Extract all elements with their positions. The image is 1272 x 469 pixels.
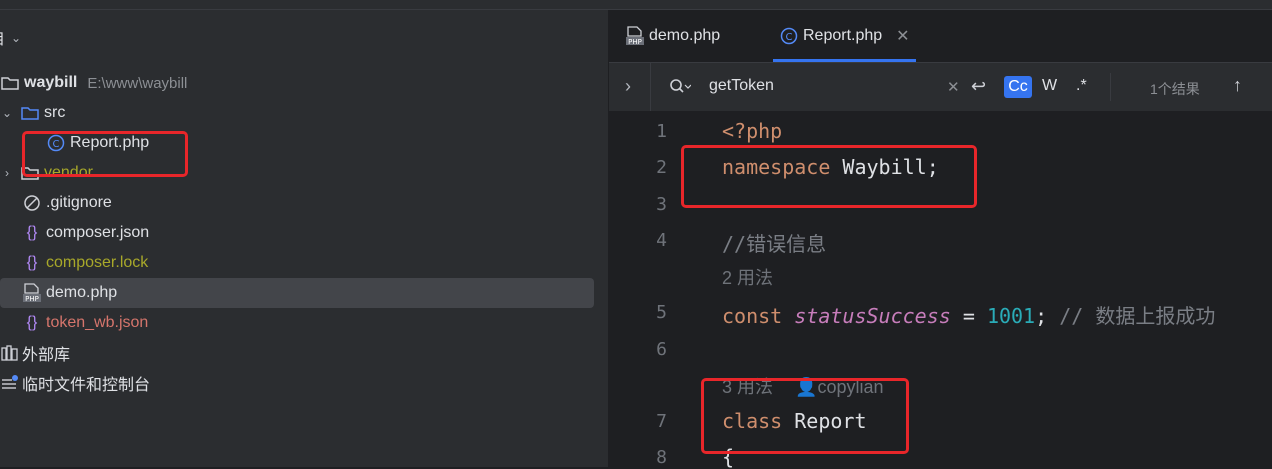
whole-word-toggle[interactable]: W: [1042, 77, 1057, 95]
class-name: Report: [782, 409, 867, 433]
project-panel: 目 ⌄ waybill E:\www\waybill ⌄ src C Repor…: [0, 10, 608, 467]
editor-tab-bar: PHP demo.php C Report.php ✕: [609, 10, 1272, 63]
tree-item-label: vendor: [44, 164, 93, 181]
user-icon: 👤: [795, 377, 818, 397]
find-bar: › getToken ✕ ↩ Cc W .* 1个结果 ↑: [609, 63, 1272, 112]
library-icon: [0, 343, 20, 363]
tree-item-label: 临时文件和控制台: [22, 377, 151, 394]
json-icon: {}: [26, 254, 38, 271]
ignore-icon: [22, 193, 42, 213]
tree-item-label: 外部库: [22, 347, 71, 364]
const-comment: // 数据上报成功: [1047, 304, 1216, 328]
code-editor[interactable]: 1 2 3 4 5 6 7 8 <?php namespace Waybill;…: [609, 111, 1272, 469]
folder-icon: [20, 103, 40, 123]
search-input[interactable]: getToken: [709, 77, 774, 95]
svg-text:C: C: [786, 32, 793, 43]
line-number: 6: [656, 339, 667, 360]
tab-demo-php[interactable]: PHP demo.php: [625, 10, 720, 62]
svg-text:C: C: [53, 139, 60, 150]
json-icon: {}: [26, 314, 38, 331]
line-number: 3: [656, 194, 667, 215]
line-number: 2: [656, 157, 667, 178]
tree-item-gitignore[interactable]: .gitignore: [22, 188, 594, 218]
tab-label: demo.php: [649, 27, 721, 44]
svg-text:PHP: PHP: [25, 295, 39, 303]
tab-label: Report.php: [803, 27, 883, 44]
code-line-comment: //错误信息: [722, 232, 827, 256]
keyword-namespace: namespace: [722, 155, 831, 179]
const-value: 1001: [986, 304, 1036, 328]
const-name: statusSuccess: [794, 304, 951, 328]
arrow-up-icon[interactable]: ↑: [1233, 75, 1242, 96]
const-semicolon: ;: [1035, 304, 1048, 328]
tree-item-label: Report.php: [70, 134, 150, 151]
line-number: 1: [656, 121, 667, 142]
tab-report-php[interactable]: C Report.php ✕: [773, 10, 916, 62]
chevron-right-icon[interactable]: ›: [0, 166, 14, 180]
tree-item-label: composer.lock: [46, 254, 149, 271]
tree-item-label: waybill: [24, 74, 78, 91]
chevron-down-icon[interactable]: ⌄: [0, 106, 14, 120]
find-bar-divider: [1110, 73, 1111, 101]
code-line-brace: {: [722, 445, 735, 469]
code-line-namespace: namespace Waybill;: [722, 155, 939, 179]
line-number: 7: [656, 411, 667, 432]
tree-item-label: demo.php: [46, 284, 118, 301]
code-line-class: class Report: [722, 409, 867, 433]
folder-icon: [20, 163, 40, 183]
tree-item-composer-lock[interactable]: {} composer.lock: [22, 248, 594, 278]
tree-item-label: token_wb.json: [46, 314, 149, 331]
find-bar-divider: [650, 63, 651, 111]
tree-item-label: .gitignore: [46, 194, 112, 211]
code-line-const: const statusSuccess = 1001; // 数据上报成功: [722, 300, 1215, 329]
tree-item-scratches[interactable]: 临时文件和控制台: [0, 368, 594, 398]
keyword-const: const: [722, 304, 783, 328]
window-top-strip: [0, 0, 1272, 10]
php-file-icon: PHP: [625, 26, 645, 46]
usages-hint[interactable]: 2 用法: [722, 264, 773, 290]
close-icon[interactable]: ✕: [896, 26, 909, 46]
code-line-php-open: <?php: [722, 119, 783, 143]
php-file-icon: PHP: [22, 283, 42, 303]
usages-hint[interactable]: 3 用法 👤copylian: [722, 373, 883, 399]
clear-icon[interactable]: ✕: [947, 78, 960, 96]
tree-item-external-libraries[interactable]: 外部库: [0, 338, 594, 368]
folder-icon: [0, 73, 20, 93]
namespace-name: Waybill;: [830, 155, 939, 179]
project-panel-header[interactable]: 目 ⌄: [0, 28, 21, 48]
tree-item-report-php[interactable]: C Report.php: [46, 128, 594, 158]
line-number: 8: [656, 447, 667, 468]
chevron-right-icon[interactable]: ›: [625, 76, 631, 97]
scratches-icon: [0, 373, 20, 393]
tree-item-vendor[interactable]: › vendor: [0, 158, 594, 188]
tree-item-src[interactable]: ⌄ src: [0, 98, 594, 128]
svg-text:PHP: PHP: [628, 38, 642, 46]
search-result-count: 1个结果: [1150, 81, 1200, 97]
tree-item-label: src: [44, 104, 66, 121]
php-class-icon: C: [46, 133, 66, 153]
tree-item-label: composer.json: [46, 224, 150, 241]
usages-count: 3 用法: [722, 377, 774, 397]
author-name: copylian: [817, 377, 884, 397]
project-path: E:\www\waybill: [87, 74, 188, 92]
line-number: 5: [656, 302, 667, 323]
tree-item-demo-php[interactable]: PHP demo.php: [0, 278, 594, 308]
regex-toggle[interactable]: .*: [1076, 77, 1087, 95]
tree-item-token-wb-json[interactable]: {} token_wb.json: [22, 308, 594, 338]
line-number: 4: [656, 230, 667, 251]
const-eq: =: [950, 304, 987, 328]
tree-item-composer-json[interactable]: {} composer.json: [22, 218, 594, 248]
project-panel-title: 目: [0, 28, 5, 49]
chevron-down-icon[interactable]: ⌄: [11, 31, 21, 45]
match-case-toggle[interactable]: Cc: [1004, 76, 1032, 98]
json-icon: {}: [26, 224, 38, 241]
search-icon[interactable]: [669, 78, 692, 101]
newline-icon[interactable]: ↩: [971, 76, 986, 97]
tree-item-waybill[interactable]: waybill E:\www\waybill: [0, 68, 594, 98]
php-class-icon: C: [779, 26, 799, 46]
keyword-class: class: [722, 409, 783, 433]
